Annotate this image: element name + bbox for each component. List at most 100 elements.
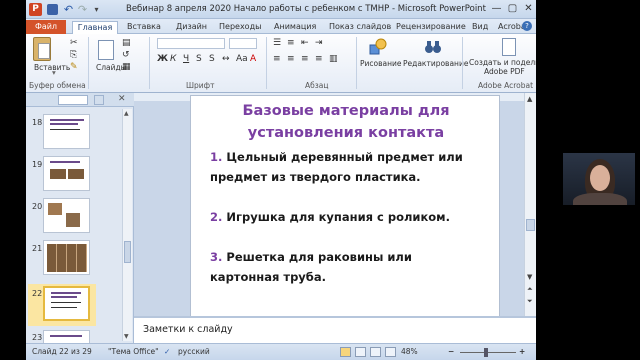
presenter-shoulders [573, 193, 627, 205]
ribbon-separator [88, 37, 89, 89]
undo-icon[interactable]: ↶ [63, 4, 74, 15]
close-button[interactable]: ✕ [522, 3, 535, 15]
customize-quick-access-icon[interactable]: ▾ [91, 4, 102, 15]
bold-icon[interactable]: Ж [157, 54, 168, 64]
paste-dropdown-icon[interactable]: ▾ [52, 68, 56, 77]
scroll-up-icon[interactable]: ▲ [527, 95, 532, 103]
tab-view[interactable]: Вид [472, 21, 488, 34]
language-indicator[interactable]: русский [178, 347, 210, 356]
justify-icon[interactable]: ≡ [315, 54, 323, 64]
tab-home[interactable]: Главная [72, 21, 118, 34]
close-icon[interactable]: ✕ [118, 94, 126, 104]
italic-icon[interactable]: К [170, 54, 176, 64]
tab-insert[interactable]: Вставка [127, 21, 161, 34]
scrollbar-thumb[interactable] [526, 219, 535, 231]
align-center-icon[interactable]: ≡ [287, 54, 295, 64]
tab-outline[interactable] [94, 95, 104, 105]
slide-thumbnail-selected[interactable] [43, 286, 90, 321]
list-item[interactable]: 1. Цельный деревянный предмет или [210, 147, 463, 167]
scrollbar-thumb[interactable] [124, 241, 131, 263]
reset-icon[interactable]: ↺ [122, 50, 130, 60]
scroll-down-icon[interactable]: ▼ [527, 273, 532, 281]
tab-slides-thumbnails[interactable] [58, 95, 88, 105]
title-bar: P ↶ ↷ ▾ Вебинар 8 апреля 2020 Начало раб… [26, 0, 536, 19]
increase-indent-icon[interactable]: ⇥ [315, 38, 323, 48]
align-left-icon[interactable]: ≡ [273, 54, 281, 64]
thumb-image [68, 169, 84, 179]
shadow-icon[interactable]: S [209, 54, 215, 64]
spellcheck-icon[interactable]: ✓ [164, 347, 170, 356]
save-icon[interactable] [47, 4, 58, 15]
font-name-select[interactable] [157, 38, 225, 49]
thumb-text-line [50, 129, 80, 130]
numbering-icon[interactable]: ≡ [287, 38, 295, 48]
ribbon-separator [356, 37, 357, 89]
paste-icon[interactable] [33, 37, 51, 61]
char-spacing-icon[interactable]: ↔ [222, 54, 230, 64]
section-icon[interactable]: ▦ [122, 62, 131, 72]
notes-pane[interactable]: Заметки к слайду [134, 316, 536, 343]
current-slide[interactable]: Базовые материалы для установления конта… [190, 95, 500, 317]
editing-button[interactable]: Редактирование [403, 59, 468, 68]
slide-scrollbar[interactable]: ▲ ▼ ⏶ ⏷ [524, 93, 536, 316]
zoom-slider-handle[interactable] [484, 348, 488, 357]
zoom-level[interactable]: 48% [401, 347, 418, 356]
thumb-image [66, 213, 80, 227]
ribbon-separator [266, 37, 267, 89]
slide-thumbnail[interactable] [43, 240, 90, 275]
zoom-out-icon[interactable]: − [448, 347, 454, 356]
thumb-image [50, 169, 66, 179]
thumbnails-scrollbar[interactable]: ▲ ▼ [122, 109, 132, 341]
columns-icon[interactable]: ▥ [329, 54, 338, 64]
new-slide-icon[interactable] [98, 40, 114, 60]
format-painter-icon[interactable]: ✎ [70, 62, 78, 72]
bullets-icon[interactable]: ☰ [273, 38, 281, 48]
font-size-select[interactable] [229, 38, 257, 49]
thumb-text-line [51, 302, 81, 303]
tab-review[interactable]: Рецензирование [396, 21, 466, 34]
slideshow-view-icon[interactable] [385, 347, 396, 357]
find-binoculars-icon[interactable] [424, 38, 442, 56]
redo-icon[interactable]: ↷ [77, 4, 88, 15]
scroll-up-icon[interactable]: ▲ [124, 110, 129, 117]
slide-thumbnail[interactable] [43, 156, 90, 191]
tab-design[interactable]: Дизайн [176, 21, 207, 34]
font-color-icon[interactable]: A [250, 54, 256, 64]
list-item[interactable]: 2. Игрушка для купания с роликом. [210, 207, 450, 227]
reading-view-icon[interactable] [370, 347, 381, 357]
next-slide-icon[interactable]: ⏷ [527, 297, 533, 306]
adobe-pdf-label[interactable]: Adobe PDF [484, 67, 525, 76]
tab-file[interactable]: Файл [26, 20, 66, 34]
maximize-button[interactable]: ▢ [506, 3, 519, 15]
thumbnail-number: 19 [32, 160, 43, 169]
minimize-button[interactable]: — [490, 3, 503, 15]
change-case-icon[interactable]: Aa [236, 54, 248, 64]
slide-title[interactable]: Базовые материалы для установления конта… [191, 100, 501, 144]
drawing-button[interactable]: Рисование [360, 59, 402, 68]
notes-placeholder[interactable]: Заметки к слайду [143, 324, 233, 335]
create-share-button[interactable]: Создать и поделиться [469, 58, 536, 67]
strikethrough-icon[interactable]: S [196, 54, 202, 64]
help-icon[interactable]: ? [522, 21, 532, 31]
slide-thumbnail[interactable] [43, 114, 90, 149]
decrease-indent-icon[interactable]: ⇤ [301, 38, 309, 48]
create-pdf-icon[interactable] [502, 38, 516, 56]
slide-sorter-icon[interactable] [355, 347, 366, 357]
slide-thumbnail[interactable] [43, 198, 90, 233]
tab-animation[interactable]: Анимация [274, 21, 316, 34]
tab-transitions[interactable]: Переходы [219, 21, 261, 34]
previous-slide-icon[interactable]: ⏶ [527, 285, 533, 294]
list-item[interactable]: 3. Решетка для раковины или [210, 247, 412, 267]
underline-icon[interactable]: Ч [183, 54, 189, 64]
tab-slideshow[interactable]: Показ слайдов [329, 21, 391, 34]
layout-icon[interactable]: ▤ [122, 38, 131, 48]
zoom-in-icon[interactable]: + [519, 347, 525, 356]
cut-icon[interactable]: ✂ [70, 38, 78, 48]
normal-view-icon[interactable] [340, 347, 351, 357]
theme-name[interactable]: "Тема Office" [108, 347, 159, 356]
align-right-icon[interactable]: ≡ [301, 54, 309, 64]
zoom-slider[interactable] [460, 352, 516, 353]
drawing-shapes-icon[interactable] [369, 38, 387, 56]
copy-icon[interactable]: ⎘ [70, 50, 77, 60]
scroll-down-icon[interactable]: ▼ [124, 333, 129, 340]
